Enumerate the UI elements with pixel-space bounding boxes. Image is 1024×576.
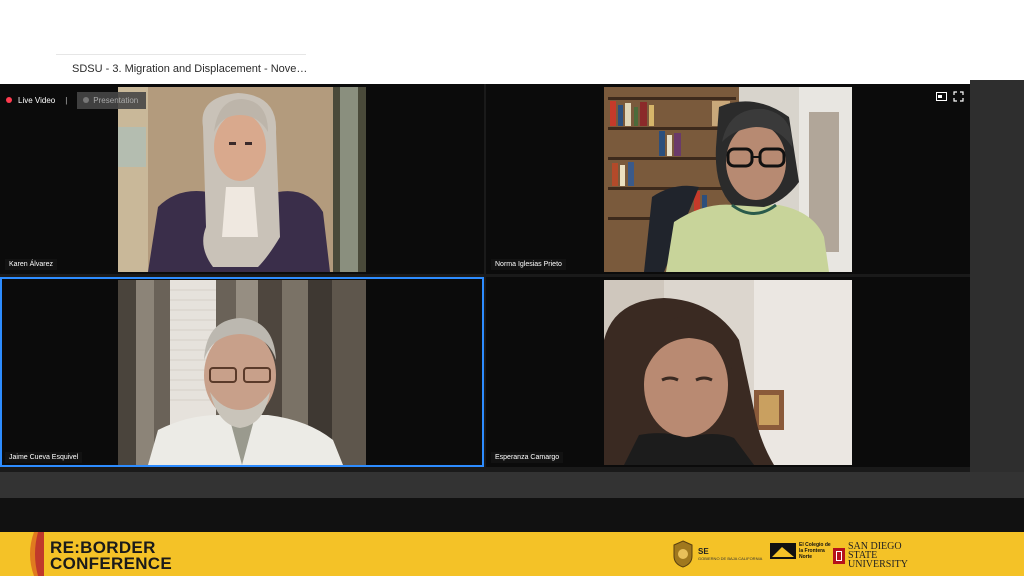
participant-name-esperanza: Esperanza Camargo <box>491 452 564 463</box>
meeting-window: Live Video | Presentation Karen Álvarez … <box>0 84 970 472</box>
participant-video-jaime <box>118 280 366 465</box>
se-label: SE <box>698 547 709 556</box>
presentation-label: Presentation <box>93 95 139 105</box>
participant-tile-jaime[interactable]: Jaime Cueva Esquivel <box>0 277 484 467</box>
pip-icon[interactable] <box>936 91 947 102</box>
participant-tile-karen[interactable]: Karen Álvarez <box>0 84 484 274</box>
participant-video-esperanza <box>604 280 852 465</box>
sponsor-logo-colef: El Colegio de la Frontera Norte <box>770 542 833 560</box>
sdsu-mark-icon <box>833 547 845 564</box>
sponsor-logo-se: SE GOBIERNO DE BAJA CALIFORNIA <box>672 540 762 568</box>
window-controls <box>936 91 964 102</box>
colef-mark-icon <box>770 543 796 559</box>
live-dot-icon <box>6 97 12 103</box>
sdsu-label: SAN DIEGO STATE UNIVERSITY <box>848 541 908 570</box>
participant-video-karen <box>118 87 366 272</box>
meeting-title: SDSU - 3. Migration and Displacement - N… <box>72 63 308 75</box>
screen: SDSU - 3. Migration and Displacement - N… <box>0 0 1024 576</box>
participant-tile-norma[interactable]: Norma Iglesias Prieto <box>486 84 970 274</box>
participant-name-jaime: Jaime Cueva Esquivel <box>5 452 83 463</box>
se-sublabel: GOBIERNO DE BAJA CALIFORNIA <box>698 556 763 561</box>
presentation-button[interactable]: Presentation <box>77 91 147 109</box>
sponsor-logo-sdsu: SAN DIEGO STATE UNIVERSITY <box>833 541 930 570</box>
se-seal-icon <box>673 540 693 568</box>
live-separator: | <box>65 95 68 105</box>
fullscreen-icon[interactable] <box>953 91 964 102</box>
title-divider <box>56 54 306 55</box>
colef-label: El Colegio de la Frontera Norte <box>799 542 831 560</box>
live-indicator: Live Video | Presentation <box>6 90 147 110</box>
participant-name-norma: Norma Iglesias Prieto <box>491 259 566 270</box>
controls-bar-area <box>0 472 1024 498</box>
conference-name-line2: CONFERENCE <box>50 554 173 573</box>
conference-banner: RE:BORDER CONFERENCE SE GOBIERNO DE BAJA… <box>0 532 1024 576</box>
presentation-dot-icon <box>83 97 90 103</box>
live-video-label[interactable]: Live Video <box>18 96 55 105</box>
conference-logo-mark <box>30 532 44 576</box>
participant-video-norma <box>604 87 852 272</box>
side-panel <box>970 80 1024 472</box>
stage-bottom <box>0 498 1024 532</box>
participant-name-karen: Karen Álvarez <box>5 259 57 270</box>
participant-tile-esperanza[interactable]: Esperanza Camargo <box>486 277 970 467</box>
